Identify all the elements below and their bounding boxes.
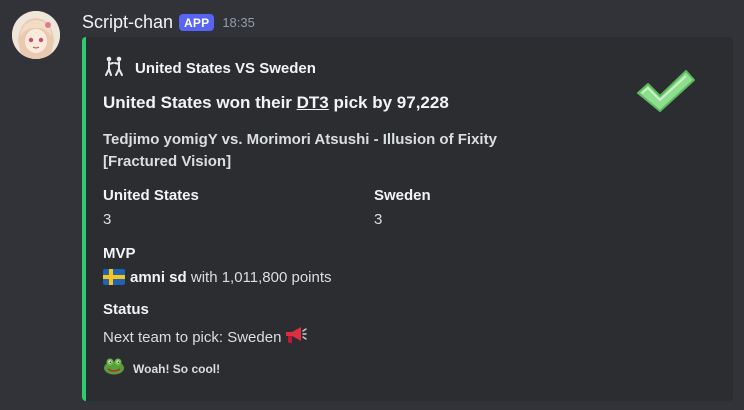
field-team2-value: 3	[374, 211, 383, 228]
embed-title: United States won their DT3 pick by 97,2…	[103, 93, 449, 113]
avatar[interactable]	[12, 11, 60, 59]
field-status-name: Status	[103, 301, 149, 318]
chat-message: Script-chan APP 18:35 United States VS S…	[0, 0, 744, 410]
field-mvp-value: amni sd with 1,011,800 points	[103, 269, 332, 286]
timestamp[interactable]: 18:35	[222, 15, 255, 30]
username[interactable]: Script-chan	[82, 12, 173, 33]
field-status-value: Next team to pick: Sweden	[103, 325, 308, 349]
message-header: Script-chan APP 18:35	[82, 11, 255, 33]
map-difficulty: [Fractured Vision]	[103, 153, 232, 170]
field-mvp-name: MVP	[103, 245, 136, 262]
megaphone-icon	[283, 325, 308, 349]
footer-text: Woah! So cool!	[133, 361, 221, 376]
embed-title-link[interactable]: DT3	[297, 93, 329, 112]
embed-card: United States VS Sweden United States wo…	[82, 37, 733, 401]
fighting-people-icon	[103, 56, 125, 81]
embed-author: United States VS Sweden	[103, 56, 316, 81]
mvp-points: with 1,011,800 points	[186, 269, 332, 286]
embed-title-prefix: United States won their	[103, 93, 297, 112]
map-title: Tedjimo yomigY vs. Morimori Atsushi - Il…	[103, 131, 497, 148]
embed-author-name: United States VS Sweden	[135, 60, 316, 77]
embed-description: Tedjimo yomigY vs. Morimori Atsushi - Il…	[103, 129, 543, 173]
frog-icon	[103, 357, 125, 380]
embed-title-suffix: pick by 97,228	[328, 93, 449, 112]
embed-footer: Woah! So cool!	[103, 357, 220, 380]
mvp-player: amni sd	[130, 269, 187, 286]
field-team2-name: Sweden	[374, 187, 431, 204]
field-team1-value: 3	[103, 211, 112, 228]
status-text: Next team to pick: Sweden	[103, 328, 282, 346]
app-badge: APP	[179, 13, 215, 31]
green-checkmark-icon	[634, 67, 698, 115]
sweden-flag-icon	[103, 269, 125, 285]
field-team1-name: United States	[103, 187, 199, 204]
